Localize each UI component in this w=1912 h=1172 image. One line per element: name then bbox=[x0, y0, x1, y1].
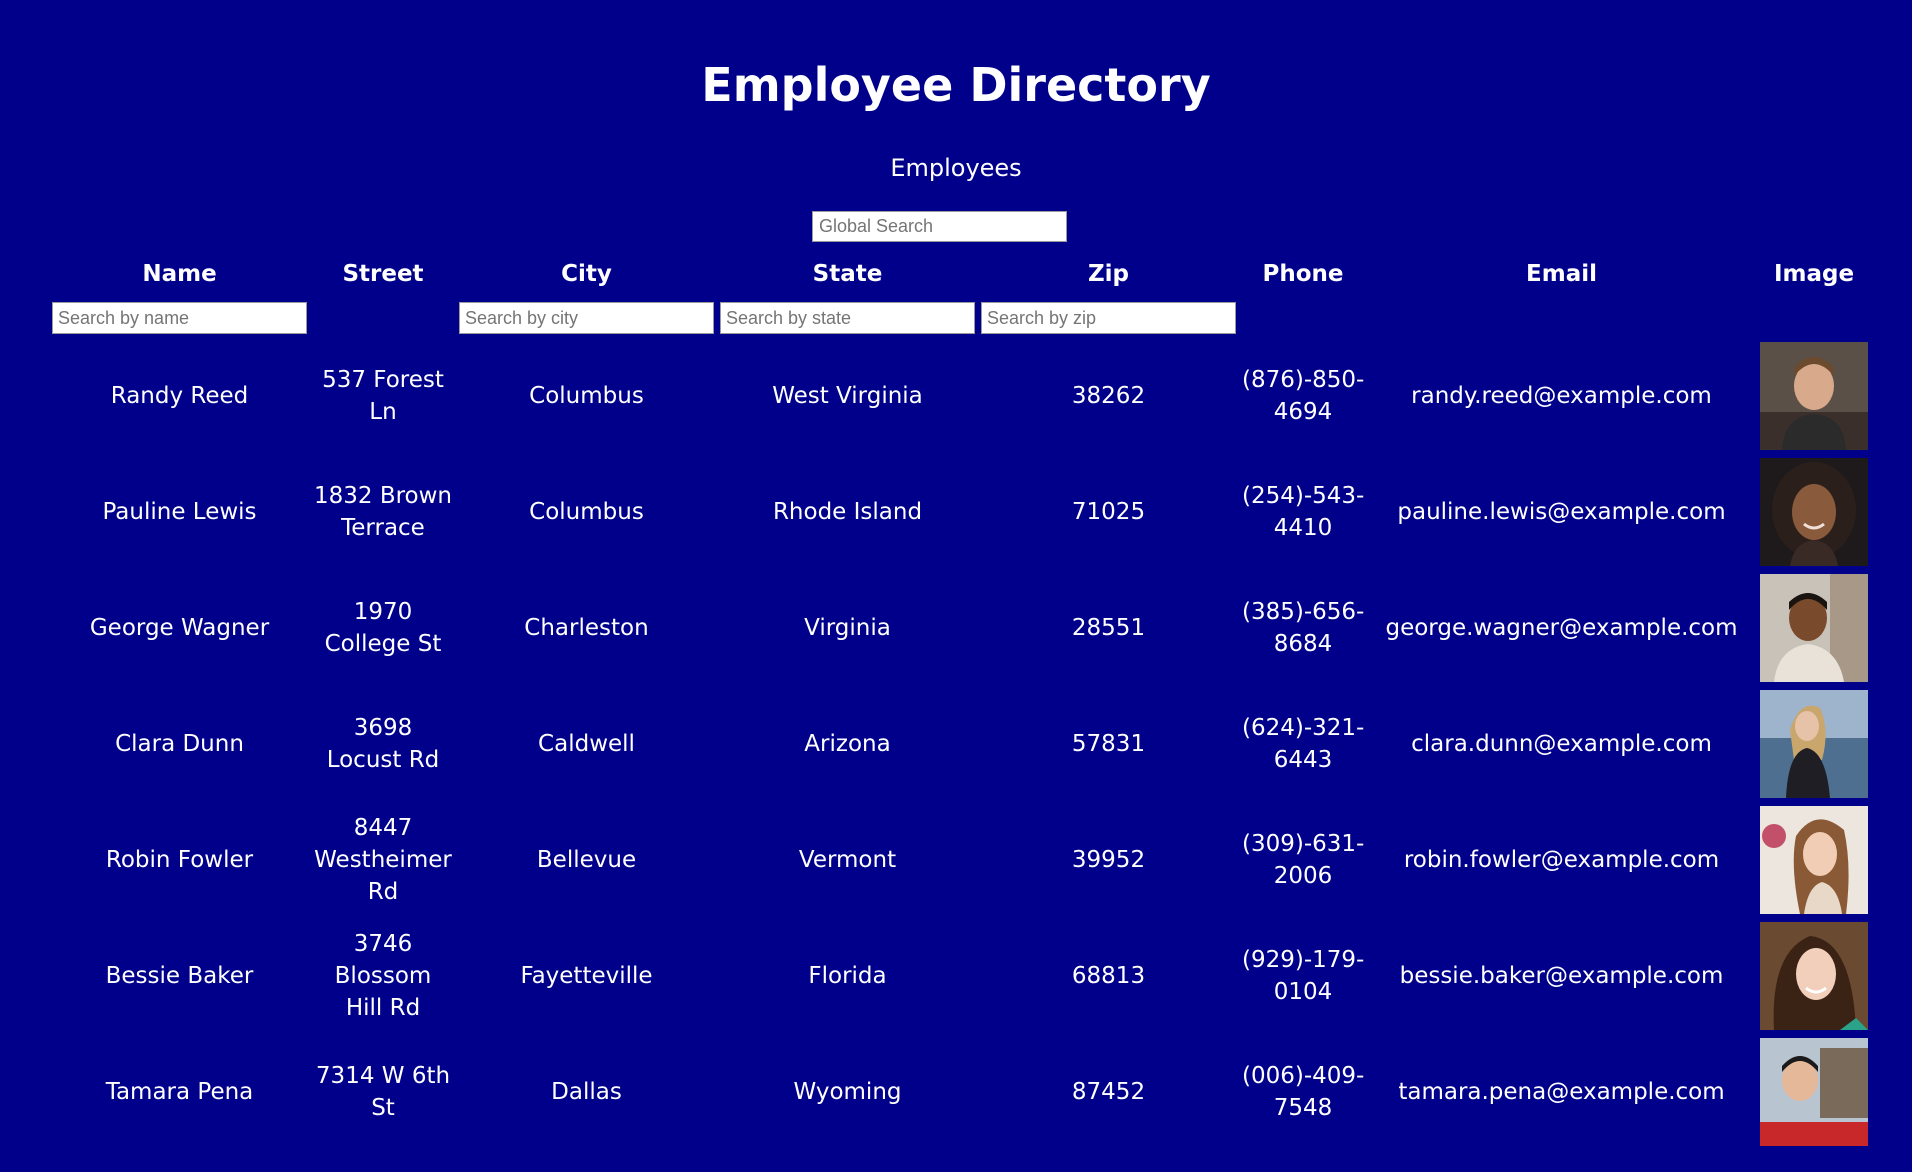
column-header-phone[interactable]: Phone bbox=[1242, 254, 1364, 294]
table-row: Robin Fowler 8447 Westheimer Rd Bellevue… bbox=[52, 806, 1869, 914]
employee-phone: (876)-850-4694 bbox=[1242, 367, 1365, 425]
employee-name: George Wagner bbox=[89, 615, 270, 641]
employee-name: Robin Fowler bbox=[105, 847, 254, 873]
employee-table: Name Street City State Zip Phone Email I… bbox=[46, 246, 1875, 1154]
employee-phone: (309)-631-2006 bbox=[1242, 831, 1365, 889]
employee-phone: (385)-656-8684 bbox=[1242, 599, 1365, 657]
employee-email: pauline.lewis@example.com bbox=[1397, 499, 1726, 525]
employee-zip: 39952 bbox=[1071, 847, 1146, 873]
employee-state: Virginia bbox=[804, 615, 891, 641]
employee-zip: 57831 bbox=[1071, 731, 1146, 757]
employee-photo bbox=[1760, 574, 1868, 682]
table-row: George Wagner 1970 College St Charleston… bbox=[52, 574, 1869, 682]
employee-phone: (254)-543-4410 bbox=[1242, 483, 1365, 541]
table-row: Clara Dunn 3698 Locust Rd Caldwell Arizo… bbox=[52, 690, 1869, 798]
employee-directory-page: Employee Directory Employees Name Street… bbox=[0, 0, 1912, 1172]
state-search-input[interactable] bbox=[720, 302, 975, 334]
employee-city: Bellevue bbox=[536, 847, 637, 873]
column-header-name[interactable]: Name bbox=[52, 254, 307, 294]
employee-phone: (624)-321-6443 bbox=[1242, 715, 1365, 773]
employee-street: 537 Forest Ln bbox=[322, 367, 444, 425]
column-header-city[interactable]: City bbox=[459, 254, 714, 294]
employee-photo bbox=[1760, 342, 1868, 450]
employee-street: 1832 Brown Terrace bbox=[313, 483, 453, 541]
table-row: Pauline Lewis 1832 Brown Terrace Columbu… bbox=[52, 458, 1869, 566]
employee-zip: 71025 bbox=[1071, 499, 1146, 525]
employee-city: Charleston bbox=[524, 615, 649, 641]
city-search-input[interactable] bbox=[459, 302, 714, 334]
employee-city: Fayetteville bbox=[520, 963, 653, 989]
employee-email: robin.fowler@example.com bbox=[1403, 847, 1720, 873]
employee-street: 3746 Blossom Hill Rd bbox=[334, 931, 432, 1021]
employee-city: Columbus bbox=[529, 383, 644, 409]
table-row: Tamara Pena 7314 W 6th St Dallas Wyoming… bbox=[52, 1038, 1869, 1146]
zip-search-input[interactable] bbox=[981, 302, 1236, 334]
column-header-state[interactable]: State bbox=[720, 254, 975, 294]
employee-street: 3698 Locust Rd bbox=[326, 715, 440, 773]
employee-photo bbox=[1760, 806, 1868, 914]
employee-state: Wyoming bbox=[793, 1079, 902, 1105]
employee-name: Clara Dunn bbox=[115, 731, 244, 757]
employee-zip: 68813 bbox=[1071, 963, 1146, 989]
header-row: Name Street City State Zip Phone Email I… bbox=[52, 254, 1869, 294]
filter-row bbox=[52, 302, 1869, 334]
employee-city: Columbus bbox=[529, 499, 644, 525]
employee-phone: (006)-409-7548 bbox=[1242, 1063, 1365, 1121]
employee-zip: 87452 bbox=[1071, 1079, 1146, 1105]
employee-zip: 28551 bbox=[1071, 615, 1146, 641]
employee-street: 1970 College St bbox=[324, 599, 442, 657]
employee-zip: 38262 bbox=[1071, 383, 1146, 409]
table-caption: Employees bbox=[890, 154, 1022, 182]
employee-city: Caldwell bbox=[538, 731, 635, 757]
column-header-zip[interactable]: Zip bbox=[981, 254, 1236, 294]
employee-state: Rhode Island bbox=[772, 499, 923, 525]
employee-city: Dallas bbox=[551, 1079, 622, 1105]
employee-email: randy.reed@example.com bbox=[1411, 383, 1712, 409]
column-header-image: Image bbox=[1773, 261, 1855, 287]
column-header-email[interactable]: Email bbox=[1370, 254, 1753, 294]
employee-name: Tamara Pena bbox=[105, 1079, 254, 1105]
employee-street: 8447 Westheimer Rd bbox=[314, 815, 452, 905]
employee-email: tamara.pena@example.com bbox=[1398, 1079, 1725, 1105]
employee-street: 7314 W 6th St bbox=[315, 1063, 451, 1121]
employee-email: george.wagner@example.com bbox=[1385, 615, 1738, 641]
employee-state: West Virginia bbox=[772, 383, 923, 409]
global-search-input[interactable] bbox=[812, 211, 1067, 242]
name-search-input[interactable] bbox=[52, 302, 307, 334]
employee-photo bbox=[1760, 458, 1868, 566]
employee-photo bbox=[1760, 690, 1868, 798]
table-row: Randy Reed 537 Forest Ln Columbus West V… bbox=[52, 342, 1869, 450]
employee-name: Bessie Baker bbox=[105, 963, 254, 989]
employee-phone: (929)-179-0104 bbox=[1242, 947, 1365, 1005]
employee-email: clara.dunn@example.com bbox=[1411, 731, 1712, 757]
employee-email: bessie.baker@example.com bbox=[1399, 963, 1724, 989]
employee-state: Arizona bbox=[804, 731, 891, 757]
page-title: Employee Directory bbox=[701, 58, 1211, 112]
employee-name: Randy Reed bbox=[110, 383, 249, 409]
employee-photo bbox=[1760, 1038, 1868, 1146]
employee-state: Florida bbox=[808, 963, 887, 989]
employee-name: Pauline Lewis bbox=[102, 499, 257, 525]
employee-state: Vermont bbox=[798, 847, 897, 873]
table-row: Bessie Baker 3746 Blossom Hill Rd Fayett… bbox=[52, 922, 1869, 1030]
column-header-street[interactable]: Street bbox=[313, 254, 453, 294]
employee-photo bbox=[1760, 922, 1868, 1030]
